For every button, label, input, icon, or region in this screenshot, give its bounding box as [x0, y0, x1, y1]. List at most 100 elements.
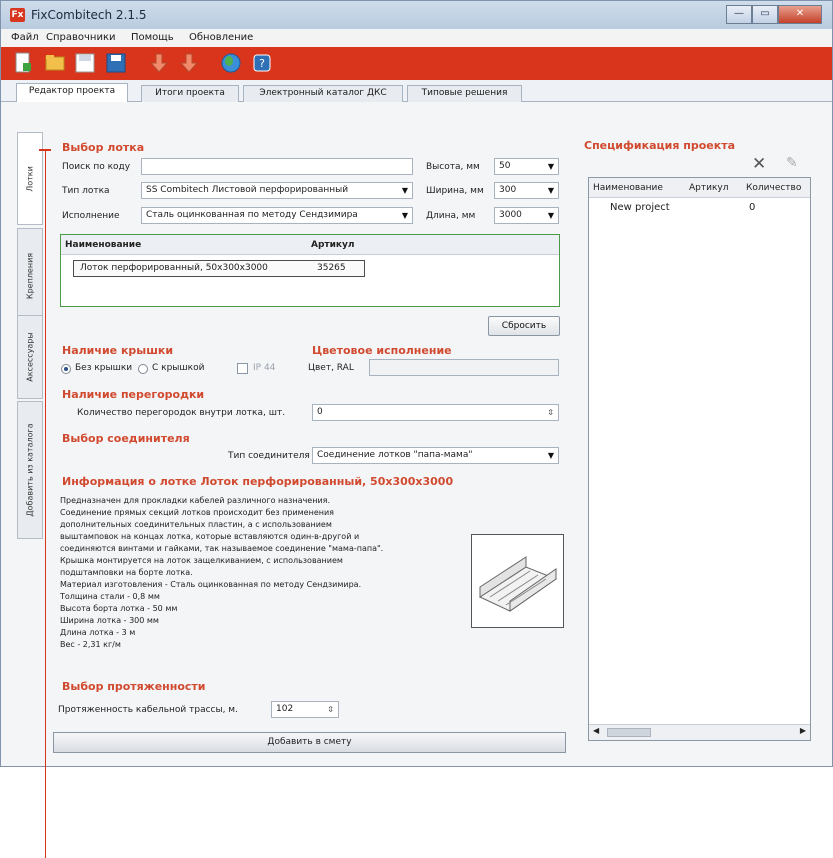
table-row[interactable]: Лоток перфорированный, 50х300х3000 35265: [73, 260, 365, 277]
chevron-down-icon: ▼: [547, 211, 554, 220]
connector-type-label: Тип соединителя: [228, 451, 310, 461]
menu-help[interactable]: Помощь: [131, 32, 174, 43]
menu-bar: Файл Справочники Помощь Обновление: [1, 29, 832, 47]
row-name: Лоток перфорированный, 50х300х3000: [80, 263, 268, 273]
horizontal-scrollbar[interactable]: ◀ ▶: [589, 724, 810, 740]
spec-table: Наименование Артикул Количество New proj…: [588, 177, 811, 741]
description-line: Толщина стали - 0,8 мм: [60, 592, 160, 601]
connector-type-select[interactable]: Соединение лотков "папа-мама" ▼: [312, 447, 559, 464]
reset-button[interactable]: Сбросить: [488, 316, 560, 336]
new-document-icon[interactable]: [11, 51, 35, 75]
edit-icon[interactable]: ✎: [786, 155, 798, 171]
with-cover-radio[interactable]: [138, 364, 148, 374]
column-header-name[interactable]: Наименование: [65, 240, 141, 250]
cable-length-label: Протяженность кабельной трассы, м.: [58, 705, 238, 715]
info-title: Информация о лотке Лоток перфорированный…: [62, 475, 454, 488]
finish-select[interactable]: Сталь оцинкованная по методу Сендзимира ▼: [141, 207, 413, 224]
description-line: Длина лотка - 3 м: [60, 628, 136, 637]
column-header-code[interactable]: Артикул: [311, 240, 355, 250]
tab-project-editor[interactable]: Редактор проекта: [16, 83, 128, 103]
main-window: Fx FixCombitech 2.1.5 — ▭ ✕ Файл Справоч…: [0, 0, 833, 858]
width-label: Ширина, мм: [426, 186, 484, 196]
app-logo-icon: Fx: [10, 8, 25, 22]
svg-text:?: ?: [259, 57, 265, 70]
tab-dks-catalog[interactable]: Электронный каталог ДКС: [243, 85, 403, 102]
tray-results-table: Наименование Артикул Лоток перфорированн…: [60, 234, 560, 307]
description-line: Предназначен для прокладки кабелей разли…: [60, 496, 331, 505]
column-header-code[interactable]: Артикул: [689, 183, 728, 193]
width-select[interactable]: 300 ▼: [494, 182, 559, 199]
spin-arrows-icon[interactable]: ⇳: [547, 405, 554, 420]
minimize-button[interactable]: —: [726, 5, 752, 24]
scroll-right-icon[interactable]: ▶: [800, 726, 806, 735]
tab-project-totals[interactable]: Итоги проекта: [141, 85, 239, 102]
no-cover-radio[interactable]: [61, 364, 71, 374]
table-header: Наименование Артикул Количество: [589, 178, 810, 198]
length-dim-label: Длина, мм: [426, 211, 476, 221]
color-ral-input[interactable]: [369, 359, 559, 376]
section-cover: Наличие крышки: [62, 344, 174, 357]
ip44-checkbox[interactable]: [237, 363, 248, 374]
table-header: Наименование Артикул: [61, 235, 559, 255]
main-tabs: Редактор проекта Итоги проекта Электронн…: [1, 80, 832, 103]
chevron-down-icon: ▼: [401, 186, 408, 195]
tray-type-label: Тип лотка: [62, 186, 110, 196]
section-length: Выбор протяженности: [62, 680, 206, 693]
globe-icon[interactable]: [219, 51, 243, 75]
search-code-input[interactable]: [141, 158, 413, 175]
save-as-icon[interactable]: [104, 51, 128, 75]
close-button[interactable]: ✕: [778, 5, 822, 24]
tray-type-select[interactable]: SS Combitech Листовой перфорированный ▼: [141, 182, 413, 199]
section-partitions: Наличие перегородки: [62, 388, 205, 401]
maximize-button[interactable]: ▭: [752, 5, 778, 24]
description-line: подштамповки на борте лотка.: [60, 568, 193, 577]
finish-label: Исполнение: [62, 211, 120, 221]
spec-title: Спецификация проекта: [584, 139, 736, 152]
section-divider: [45, 150, 46, 858]
row-code: 35265: [317, 263, 346, 273]
search-code-label: Поиск по коду: [62, 162, 131, 172]
description-line: выштамповок на концах лотка, которые вст…: [60, 532, 360, 541]
import-icon[interactable]: [147, 51, 171, 75]
height-label: Высота, мм: [426, 162, 480, 172]
height-select[interactable]: 50 ▼: [494, 158, 559, 175]
description-line: Материал изготовления - Сталь оцинкованн…: [60, 580, 362, 589]
menu-update[interactable]: Обновление: [189, 32, 253, 43]
chevron-down-icon: ▼: [547, 186, 554, 195]
tray-description: Предназначен для прокладки кабелей разли…: [60, 495, 460, 651]
side-tab-add-from-catalog[interactable]: Добавить из каталога: [17, 401, 43, 539]
section-tray-selection: Выбор лотка: [62, 141, 145, 154]
menu-file[interactable]: Файл: [11, 32, 39, 43]
with-cover-label: С крышкой: [152, 363, 205, 373]
window-title: FixCombitech 2.1.5: [31, 8, 147, 22]
partitions-label: Количество перегородок внутри лотка, шт.: [77, 408, 286, 418]
menu-references[interactable]: Справочники: [46, 32, 116, 43]
tab-typical-solutions[interactable]: Типовые решения: [407, 85, 522, 102]
column-header-name[interactable]: Наименование: [593, 183, 663, 193]
description-line: соединяются винтами и гайками, так назыв…: [60, 544, 384, 553]
side-tab-trays[interactable]: Лотки: [17, 132, 43, 225]
length-dim-select[interactable]: 3000 ▼: [494, 207, 559, 224]
chevron-down-icon: ▼: [401, 211, 408, 220]
scrollbar-thumb[interactable]: [607, 728, 651, 737]
spin-arrows-icon[interactable]: ⇳: [327, 702, 334, 717]
save-icon[interactable]: [73, 51, 97, 75]
project-editor-panel: Лотки Крепления Аксессуары Добавить из к…: [1, 102, 832, 858]
cable-length-stepper[interactable]: 102 ⇳: [271, 701, 339, 718]
partitions-stepper[interactable]: 0 ⇳: [312, 404, 559, 421]
description-line: Крышка монтируется на лоток защелкивание…: [60, 556, 343, 565]
description-line: дополнительных соединительных пластин, а…: [60, 520, 332, 529]
add-to-estimate-button[interactable]: Добавить в смету: [53, 732, 566, 753]
help-icon[interactable]: ?: [250, 51, 274, 75]
tray-image: [471, 534, 564, 628]
scroll-left-icon[interactable]: ◀: [593, 726, 599, 735]
delete-icon[interactable]: ✕: [752, 154, 766, 174]
export-icon[interactable]: [177, 51, 201, 75]
no-cover-label: Без крышки: [75, 363, 133, 373]
side-tab-accessories[interactable]: Аксессуары: [17, 315, 43, 399]
table-row[interactable]: New project 0: [589, 200, 810, 217]
side-tab-mounts[interactable]: Крепления: [17, 228, 43, 323]
column-header-qty[interactable]: Количество: [746, 183, 801, 193]
title-bar: Fx FixCombitech 2.1.5 — ▭ ✕: [1, 1, 832, 29]
open-folder-icon[interactable]: [43, 51, 67, 75]
